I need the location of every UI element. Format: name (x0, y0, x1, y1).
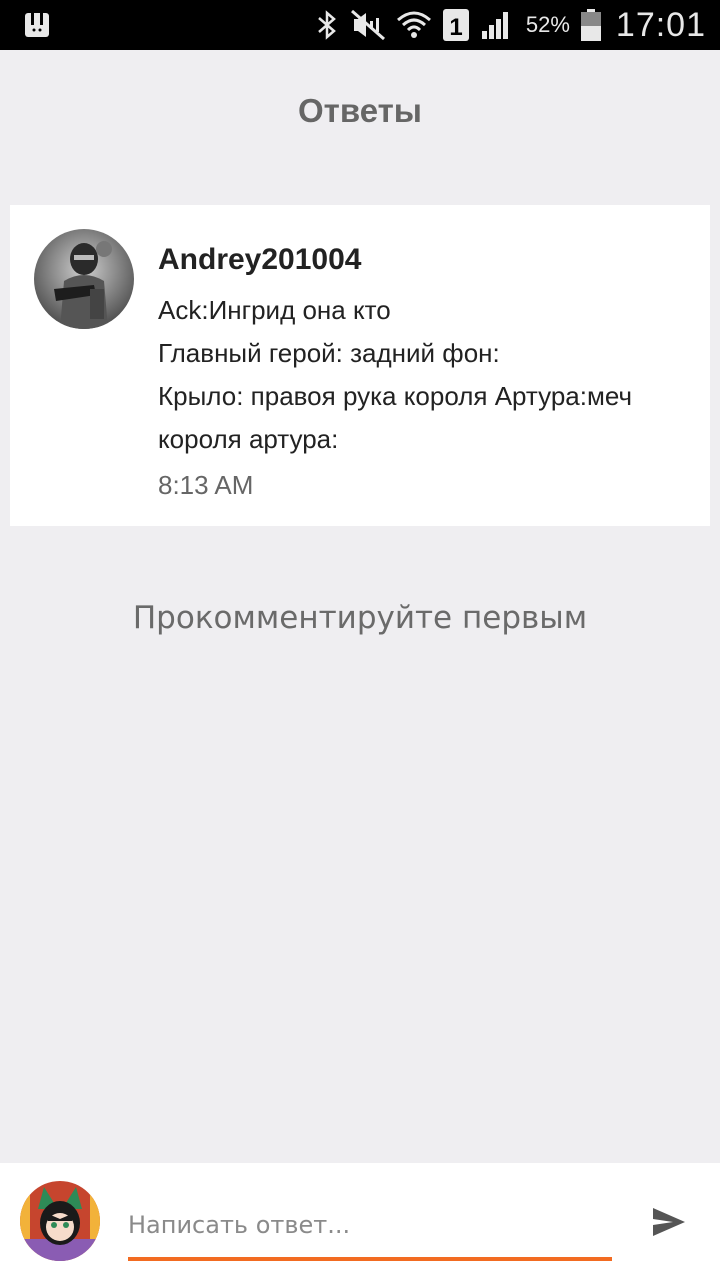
wifi-icon (396, 9, 432, 41)
comment-line: Ack:Ингрид она кто (158, 295, 391, 325)
page-title: Ответы (298, 92, 422, 129)
svg-text:1: 1 (449, 14, 462, 41)
reply-bar (0, 1163, 720, 1280)
signal-icon (480, 9, 516, 41)
comment-text: Ack:Ингрид она кто Главный герой: задний… (158, 289, 698, 461)
reply-input-underline (128, 1257, 612, 1261)
my-avatar[interactable] (20, 1181, 100, 1261)
comment-author[interactable]: Andrey201004 (158, 243, 361, 277)
comment-card: Andrey201004 Ack:Ингрид она кто Главный … (10, 205, 710, 526)
status-bar: 1 52% 17:01 (0, 0, 720, 50)
app-notification-icon (22, 10, 52, 45)
author-avatar[interactable] (34, 229, 134, 329)
comment-timestamp: 8:13 AM (158, 470, 254, 500)
send-button[interactable] (646, 1199, 692, 1245)
bluetooth-icon (314, 9, 340, 41)
comment-line: Главный герой: задний фон: (158, 338, 500, 368)
mute-icon (350, 9, 386, 41)
sim-icon: 1 (442, 8, 470, 42)
battery-percent: 52% (525, 12, 570, 37)
clock: 17:01 (615, 5, 706, 44)
comment-line: короля артура: (158, 424, 339, 454)
comment-line: Крыло: правоя рука короля Артура:меч (158, 381, 632, 411)
empty-state-message: Прокомментируйте первым (132, 600, 588, 636)
battery-icon (580, 8, 602, 42)
send-icon (653, 1208, 685, 1236)
reply-input[interactable] (128, 1199, 612, 1251)
